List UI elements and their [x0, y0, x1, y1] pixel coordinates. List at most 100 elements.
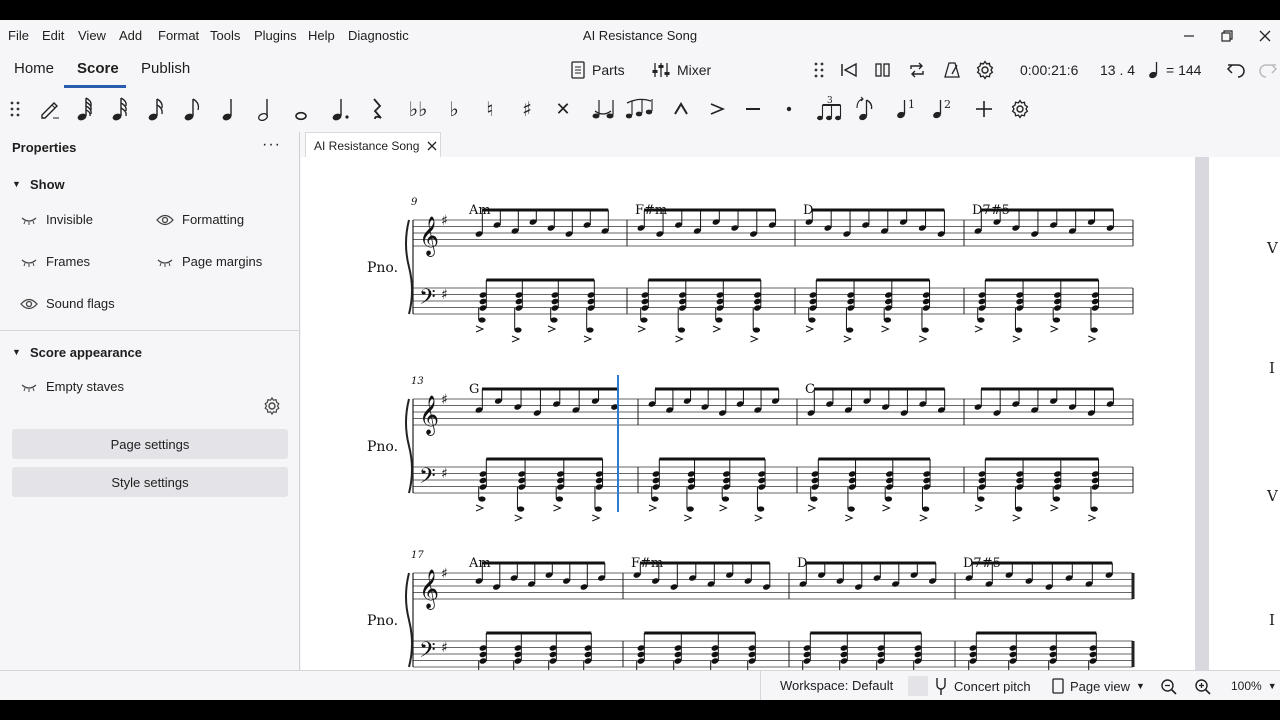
bass-clef: 𝄢: [419, 464, 436, 494]
voice-2-icon[interactable]: 2: [927, 94, 957, 124]
menu-help[interactable]: Help: [308, 28, 335, 44]
accent-mark: [648, 504, 658, 512]
accent-mark: [1012, 335, 1022, 343]
restore-button[interactable]: [1215, 25, 1239, 47]
sharp-icon[interactable]: ♯: [512, 94, 542, 124]
zoom-in-button[interactable]: [1194, 678, 1212, 696]
menu-add[interactable]: Add: [119, 28, 142, 44]
collapse-appearance-icon[interactable]: ▼: [12, 347, 21, 357]
document-tab[interactable]: AI Resistance Song: [305, 132, 441, 158]
minimize-button[interactable]: [1177, 25, 1201, 47]
undo-button[interactable]: [1226, 58, 1248, 82]
parts-button[interactable]: Parts: [570, 58, 625, 82]
double-sharp-icon[interactable]: ✕: [548, 94, 578, 124]
workspace-selector[interactable]: Workspace: Default: [780, 678, 893, 693]
more-options-icon[interactable]: ···: [262, 136, 281, 154]
staccato-icon[interactable]: [774, 94, 804, 124]
flip-direction-icon[interactable]: [851, 94, 881, 124]
gear-icon[interactable]: [262, 396, 282, 416]
note-input-icon[interactable]: [35, 94, 65, 124]
collapse-show-icon[interactable]: ▼: [12, 179, 21, 189]
score-appearance-title[interactable]: Score appearance: [30, 345, 142, 360]
add-icon[interactable]: [969, 94, 999, 124]
page-view-dropdown[interactable]: Page view ▼: [1052, 678, 1145, 694]
tab-home[interactable]: Home: [14, 60, 54, 77]
zoom-dropdown[interactable]: 100% ▼: [1231, 679, 1277, 693]
32nd-note-icon[interactable]: [106, 94, 136, 124]
next-page: V I V I: [1209, 157, 1280, 690]
menu-file[interactable]: File: [8, 28, 29, 44]
rest-icon[interactable]: [362, 94, 392, 124]
double-flat-icon[interactable]: ♭♭: [403, 94, 433, 124]
flat-icon[interactable]: ♭: [439, 94, 469, 124]
augmentation-dot-icon[interactable]: [325, 94, 355, 124]
bass-note: [977, 317, 985, 323]
toolbar-handle-icon[interactable]: [0, 94, 30, 124]
tenuto-icon[interactable]: [738, 94, 768, 124]
svg-text:2: 2: [944, 98, 951, 111]
close-window-button[interactable]: [1253, 25, 1277, 47]
play-pause-button[interactable]: [873, 58, 893, 82]
measure-beat-position: 13 . 4: [1100, 62, 1136, 78]
bass-note: [721, 496, 730, 502]
formatting-toggle[interactable]: Formatting: [156, 212, 244, 227]
next-page-letter: I: [1269, 359, 1275, 377]
bass-note: [810, 496, 818, 502]
accent-icon[interactable]: [702, 94, 732, 124]
page-view-label: Page view: [1070, 678, 1130, 694]
voice-1-icon[interactable]: 1: [891, 94, 921, 124]
show-section-title[interactable]: Show: [30, 177, 65, 192]
marcato-icon[interactable]: [666, 94, 696, 124]
eye-icon: [20, 298, 38, 309]
playback-settings-button[interactable]: [975, 58, 995, 82]
redo-button[interactable]: [1256, 58, 1278, 82]
menu-diagnostic[interactable]: Diagnostic: [348, 28, 409, 44]
64th-note-icon[interactable]: [71, 94, 101, 124]
eye-closed-icon: [21, 216, 37, 225]
whole-note-icon[interactable]: [286, 94, 316, 124]
slur-icon[interactable]: [624, 94, 654, 124]
menu-tools[interactable]: Tools: [210, 28, 240, 44]
half-note-icon[interactable]: [250, 94, 280, 124]
eighth-note-icon[interactable]: [178, 94, 208, 124]
page-settings-button[interactable]: Page settings: [12, 429, 288, 459]
concert-pitch-checkbox[interactable]: [908, 676, 928, 696]
customize-toolbar-icon[interactable]: [1005, 94, 1035, 124]
invisible-toggle[interactable]: Invisible: [20, 212, 93, 227]
rewind-button[interactable]: [839, 58, 859, 82]
concert-pitch-toggle[interactable]: Concert pitch: [908, 676, 1031, 696]
next-page-letter: I: [1269, 611, 1275, 629]
tab-score[interactable]: Score: [77, 60, 119, 77]
accent-mark: [805, 325, 815, 333]
zoom-out-button[interactable]: [1160, 678, 1178, 696]
frames-toggle[interactable]: Frames: [20, 254, 90, 269]
drag-handle-icon: [814, 62, 824, 78]
natural-icon[interactable]: ♮: [475, 94, 505, 124]
tempo-value: = 144: [1166, 62, 1202, 78]
playback-toolbar-handle[interactable]: [812, 58, 826, 82]
parts-label: Parts: [592, 62, 625, 78]
quarter-note-icon[interactable]: [214, 94, 244, 124]
metronome-button[interactable]: [942, 58, 962, 82]
tuplet-icon[interactable]: 3: [814, 94, 844, 124]
16th-note-icon[interactable]: [142, 94, 172, 124]
empty-staves-toggle[interactable]: Empty staves: [20, 379, 124, 394]
menu-format[interactable]: Format: [158, 28, 199, 44]
menu-plugins[interactable]: Plugins: [254, 28, 297, 44]
treble-clef: 𝄞: [419, 569, 439, 610]
style-settings-button[interactable]: Style settings: [12, 467, 288, 497]
close-tab-icon[interactable]: [427, 141, 437, 151]
mixer-button[interactable]: Mixer: [651, 58, 711, 82]
eye-closed-icon: [21, 258, 37, 267]
brace: [405, 572, 413, 668]
note-input-toolbar: ♭♭ ♭ ♮ ♯ ✕ 3 1 2: [0, 88, 1280, 132]
page-margins-toggle[interactable]: Page margins: [156, 254, 262, 269]
tab-publish[interactable]: Publish: [141, 60, 190, 77]
menu-view[interactable]: View: [78, 28, 106, 44]
sound-flags-toggle[interactable]: Sound flags: [20, 296, 115, 311]
score-page[interactable]: 𝄞𝄢♯♯Pno.9AmF#mDD7#5𝄞𝄢♯♯Pno.13GC𝄞𝄢♯♯Pno.1…: [301, 157, 1195, 690]
tie-icon[interactable]: [588, 94, 618, 124]
loop-button[interactable]: [907, 58, 927, 82]
menu-edit[interactable]: Edit: [42, 28, 64, 44]
score-canvas[interactable]: 𝄞𝄢♯♯Pno.9AmF#mDD7#5𝄞𝄢♯♯Pno.13GC𝄞𝄢♯♯Pno.1…: [301, 157, 1280, 690]
